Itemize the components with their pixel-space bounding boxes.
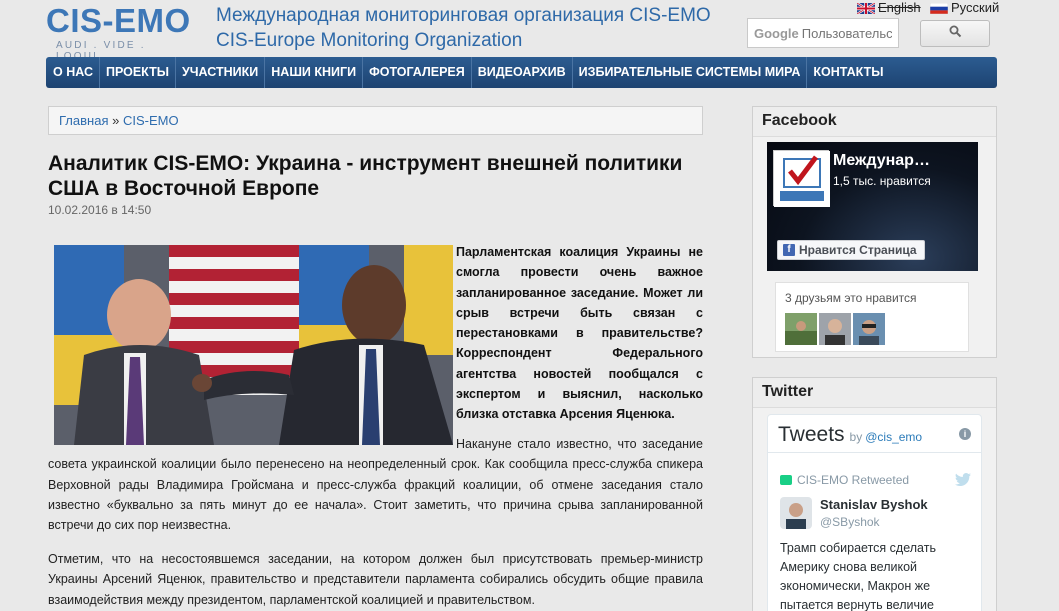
- twitter-bird-icon[interactable]: [955, 473, 971, 486]
- facebook-friends-text: 3 друзьям это нравится: [785, 291, 917, 305]
- lang-russian-link[interactable]: Русский: [929, 0, 1000, 15]
- breadcrumb-home-link[interactable]: Главная: [59, 113, 108, 128]
- nav-item-members[interactable]: УЧАСТНИКИ: [176, 57, 266, 88]
- twitter-widget: Twitter Tweets by @cis_emo i CIS-EMO Ret…: [752, 377, 997, 611]
- breadcrumb-current-link[interactable]: CIS-EMO: [123, 113, 179, 128]
- main-nav: О НАС ПРОЕКТЫ УЧАСТНИКИ НАШИ КНИГИ ФОТОГ…: [46, 57, 997, 88]
- twitter-account-link[interactable]: @cis_emo: [865, 430, 922, 444]
- search-icon: [949, 25, 962, 43]
- article-title: Аналитик CIS-EMO: Украина - инструмент в…: [48, 152, 683, 200]
- retweet-label: CIS-EMO Retweeted: [797, 473, 910, 487]
- article-date: 10.02.2016 в 14:50: [48, 203, 152, 217]
- nav-item-books[interactable]: НАШИ КНИГИ: [265, 57, 364, 88]
- ru-flag-icon: [929, 2, 949, 15]
- lang-english-link[interactable]: English: [856, 0, 921, 15]
- org-name: Международная мониторинговая организация…: [216, 3, 711, 53]
- article-lead: Парламентская коалиция Украины не смогла…: [456, 245, 703, 422]
- facebook-friends-panel: 3 друзьям это нравится: [775, 282, 969, 352]
- article-paragraph-1: Накануне стало известно, что заседание с…: [48, 434, 703, 535]
- nav-item-contacts[interactable]: КОНТАКТЫ: [807, 57, 889, 88]
- nav-item-video-archive[interactable]: ВИДЕОАРХИВ: [472, 57, 573, 88]
- retweet-indicator: CIS-EMO Retweeted: [780, 473, 909, 487]
- facebook-like-page-label: Нравится Страница: [799, 243, 917, 257]
- retweet-icon: [780, 475, 792, 485]
- facebook-page-likes: 1,5 тыс. нравится: [833, 174, 931, 188]
- avatar[interactable]: [785, 313, 817, 345]
- lang-english-label: English: [878, 0, 921, 15]
- article-paragraph-1-text: Накануне стало известно, что заседание с…: [48, 437, 703, 533]
- info-icon[interactable]: i: [959, 427, 971, 440]
- twitter-tweets-label: Tweets: [778, 423, 845, 446]
- nav-item-projects[interactable]: ПРОЕКТЫ: [100, 57, 176, 88]
- breadcrumb-separator: »: [112, 113, 120, 128]
- facebook-widget-title: Facebook: [753, 107, 996, 137]
- facebook-like-page-button[interactable]: f Нравится Страница: [777, 240, 925, 260]
- avatar[interactable]: [780, 497, 812, 529]
- search-button[interactable]: [920, 20, 990, 47]
- tweet-author-handle[interactable]: @SByshok: [820, 515, 880, 529]
- nav-item-about[interactable]: О НАС: [47, 57, 100, 88]
- twitter-timeline: Tweets by @cis_emo i CIS-EMO Retweeted S…: [767, 414, 982, 611]
- org-name-ru: Международная мониторинговая организация…: [216, 5, 711, 26]
- facebook-page-name[interactable]: Междунар…: [833, 152, 930, 170]
- tweet-text: Трамп собирается сделать Америку снова в…: [780, 541, 936, 611]
- facebook-page-logo: [773, 150, 830, 207]
- twitter-timeline-header: Tweets by @cis_emo i: [768, 415, 981, 453]
- logo-text: CIS-EMO: [46, 2, 191, 39]
- site-logo[interactable]: CIS-EMO AUDI . VIDE . LOQUI.: [46, 2, 196, 63]
- twitter-by-label: by: [849, 430, 863, 444]
- facebook-page-banner[interactable]: Междунар… 1,5 тыс. нравится f Нравится С…: [767, 142, 978, 271]
- uk-flag-icon: [856, 2, 876, 15]
- breadcrumb: Главная » CIS-EMO: [48, 106, 703, 135]
- lang-russian-label: Русский: [951, 0, 1000, 15]
- tweet-author-name[interactable]: Stanislav Byshok: [820, 497, 928, 512]
- avatar[interactable]: [853, 313, 885, 345]
- search-input[interactable]: [801, 25, 892, 41]
- facebook-friend-avatars: [785, 313, 959, 345]
- avatar[interactable]: [819, 313, 851, 345]
- google-brand: Google: [754, 25, 799, 41]
- facebook-widget: Facebook Междунар… 1,5 тыс. нравится f Н…: [752, 106, 997, 358]
- article-photo: [54, 245, 453, 445]
- nav-item-electoral-systems[interactable]: ИЗБИРАТЕЛЬНЫЕ СИСТЕМЫ МИРА: [573, 57, 808, 88]
- nav-item-photogallery[interactable]: ФОТОГАЛЕРЕЯ: [363, 57, 472, 88]
- org-name-en: CIS-Europe Monitoring Organization: [216, 30, 523, 51]
- facebook-icon: f: [783, 244, 795, 256]
- article-paragraph-2: Отметим, что на несостоявшемся заседании…: [48, 552, 703, 607]
- search-field[interactable]: Google: [747, 18, 899, 48]
- twitter-widget-title: Twitter: [753, 378, 996, 408]
